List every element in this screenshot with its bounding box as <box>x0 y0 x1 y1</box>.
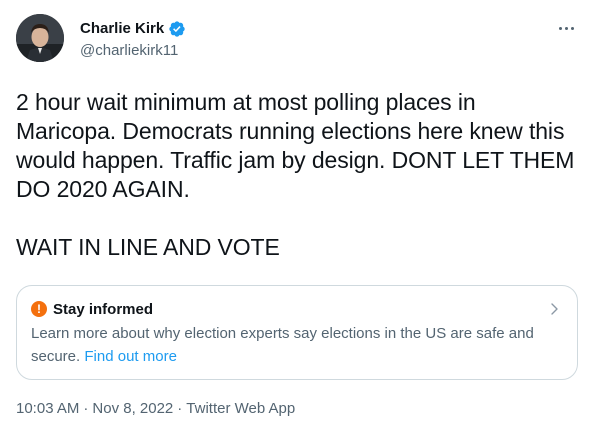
tweet-text: 2 hour wait minimum at most polling plac… <box>16 88 576 262</box>
tweet-date[interactable]: Nov 8, 2022 <box>92 398 173 420</box>
meta-separator: · <box>83 400 89 417</box>
tweet-text-paragraph: WAIT IN LINE AND VOTE <box>16 234 280 260</box>
chevron-right-icon <box>547 302 561 316</box>
meta-separator: · <box>177 400 183 417</box>
author-name-row: Charlie Kirk <box>80 19 186 39</box>
exclamation-icon: ! <box>31 301 47 317</box>
tweet: Charlie Kirk @charliekirk11 2 hour wait … <box>0 0 596 432</box>
author-display-name[interactable]: Charlie Kirk <box>80 19 164 39</box>
notice-title: Stay informed <box>53 300 154 318</box>
author-handle[interactable]: @charliekirk11 <box>80 41 178 61</box>
notice-body: Learn more about why election experts sa… <box>31 322 541 368</box>
more-options-icon[interactable] <box>556 18 576 38</box>
find-out-more-link[interactable]: Find out more <box>84 348 177 365</box>
tweet-source[interactable]: Twitter Web App <box>186 398 295 420</box>
stay-informed-notice[interactable]: ! Stay informed Learn more about why ele… <box>16 285 578 380</box>
author-avatar[interactable] <box>16 14 64 62</box>
tweet-metadata: 10:03 AM · Nov 8, 2022 · Twitter Web App <box>16 398 295 420</box>
verified-badge-icon <box>168 20 186 38</box>
notice-title-row: ! Stay informed <box>31 298 561 320</box>
user-avatar-icon <box>16 14 64 62</box>
tweet-text-paragraph: 2 hour wait minimum at most polling plac… <box>16 89 575 202</box>
tweet-time[interactable]: 10:03 AM <box>16 398 79 420</box>
